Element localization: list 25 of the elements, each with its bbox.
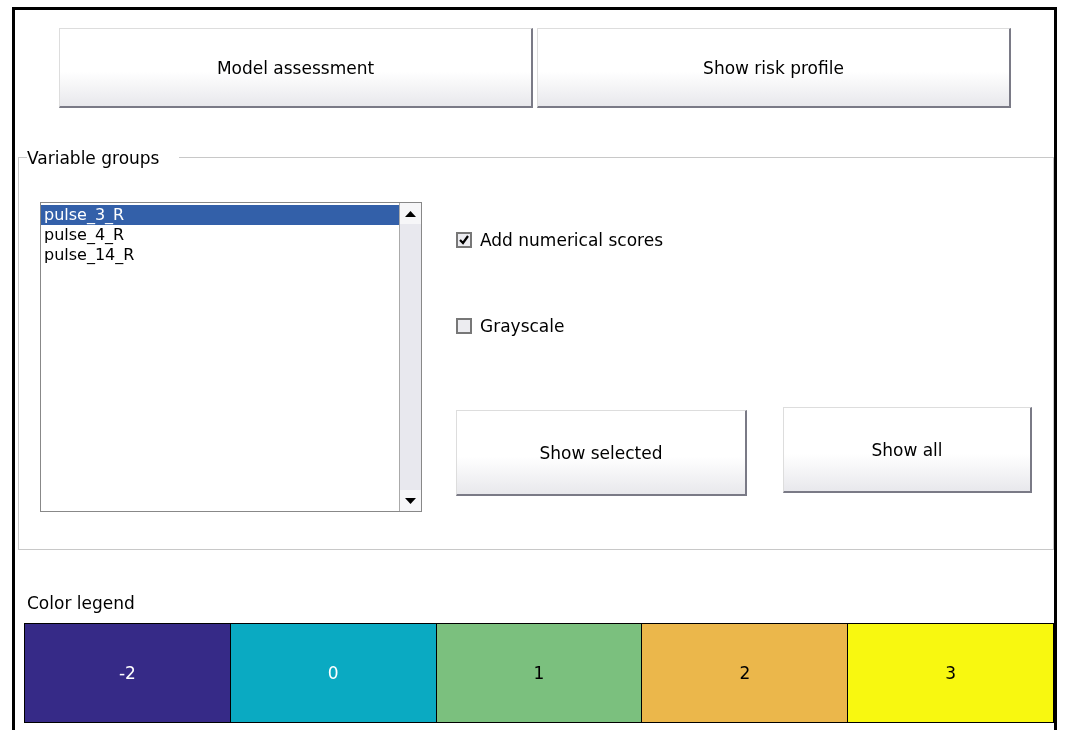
- action-button[interactable]: Show all: [783, 407, 1032, 493]
- legend-swatch: 2: [642, 624, 849, 722]
- group-title: Variable groups: [27, 149, 180, 167]
- action-button[interactable]: Show selected: [456, 410, 747, 496]
- checkbox[interactable]: [456, 318, 472, 334]
- toolbar-button[interactable]: Show risk profile: [537, 28, 1011, 108]
- toolbar-button[interactable]: Model assessment: [59, 28, 533, 108]
- down-arrow-icon: [405, 497, 416, 504]
- list-item[interactable]: pulse_4_R: [41, 225, 399, 245]
- list-box[interactable]: pulse_3_R pulse_4_R pulse_14_R: [40, 202, 422, 512]
- list-item[interactable]: pulse_14_R: [41, 245, 399, 265]
- checkbox-label[interactable]: Add numerical scores: [480, 230, 664, 250]
- legend-swatch: 0: [230, 624, 437, 722]
- checkbox[interactable]: [456, 232, 472, 248]
- scrollbar[interactable]: [399, 203, 421, 511]
- scroll-down-button[interactable]: [400, 490, 421, 511]
- up-arrow-icon: [405, 210, 416, 217]
- legend-swatch: -2: [25, 624, 231, 722]
- check-icon: [459, 235, 469, 245]
- legend-swatch: 1: [436, 624, 643, 722]
- list-item[interactable]: pulse_3_R: [41, 205, 399, 225]
- scroll-up-button[interactable]: [400, 203, 421, 224]
- checkbox-label[interactable]: Grayscale: [480, 316, 565, 336]
- legend-title: Color legend: [27, 592, 136, 614]
- legend-swatch: 3: [848, 624, 1053, 722]
